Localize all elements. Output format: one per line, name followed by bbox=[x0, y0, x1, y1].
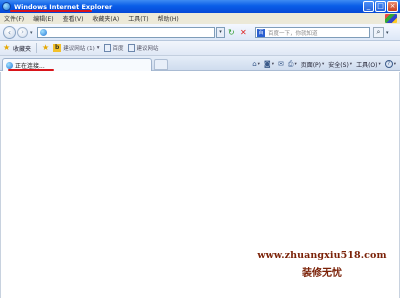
menu-tools[interactable]: 工具(T) bbox=[128, 14, 148, 23]
mail-icon: ✉ bbox=[277, 60, 284, 68]
help-button[interactable]: ? ▾ bbox=[384, 60, 396, 68]
search-input[interactable]: 百 百度一下，你就知道 bbox=[255, 27, 370, 38]
stop-icon[interactable]: ✕ bbox=[240, 28, 249, 37]
address-dropdown-button[interactable]: ▾ bbox=[216, 27, 225, 38]
maximize-button[interactable]: □ bbox=[375, 1, 386, 12]
safety-menu-label: 安全(S) bbox=[328, 61, 349, 69]
watermark-text: 装修无忧 bbox=[302, 268, 342, 279]
window-controls: _ □ × bbox=[363, 1, 398, 12]
favorite-suggested-sites-2[interactable]: 建议网站 bbox=[137, 44, 159, 52]
menu-bar: 文件(F) 编辑(E) 查看(V) 收藏夹(A) 工具(T) 帮助(H) bbox=[0, 13, 400, 24]
close-button[interactable]: × bbox=[387, 1, 398, 12]
tab-underline-mark bbox=[8, 69, 54, 71]
title-underline-mark bbox=[10, 10, 92, 12]
feeds-button[interactable]: ◙ ▾ bbox=[264, 60, 274, 68]
tools-menu-button[interactable]: 工具(O) ▾ bbox=[356, 60, 381, 69]
new-tab-button[interactable] bbox=[154, 59, 168, 70]
command-bar: ⌂ ▾ ◙ ▾ ✉ ⎙ ▾ 页面(P) ▾ 安全(S) ▾ 工具(O) ▾ ? ▾ bbox=[252, 59, 396, 69]
page-menu-button[interactable]: 页面(P) ▾ bbox=[301, 60, 325, 69]
page-ie-icon bbox=[40, 29, 47, 36]
print-button[interactable]: ⎙ ▾ bbox=[288, 60, 297, 69]
search-placeholder: 百度一下，你就知道 bbox=[268, 30, 318, 37]
menu-file[interactable]: 文件(F) bbox=[4, 14, 24, 23]
windows-logo-icon bbox=[385, 14, 397, 23]
back-button[interactable]: ‹ bbox=[3, 26, 16, 39]
history-dropdown-icon[interactable]: ▾ bbox=[30, 30, 33, 36]
watermark-url: www.zhuangxiu518.com bbox=[257, 250, 387, 261]
separator bbox=[36, 43, 38, 53]
mail-button[interactable]: ✉ bbox=[278, 60, 284, 68]
page-icon bbox=[127, 44, 135, 52]
address-input[interactable] bbox=[37, 27, 215, 38]
menu-edit[interactable]: 编辑(E) bbox=[33, 14, 53, 23]
watermark: www.zhuangxiu518.com 装修无忧 bbox=[246, 250, 398, 279]
menu-favorites[interactable]: 收藏夹(A) bbox=[92, 14, 119, 23]
help-icon: ? bbox=[384, 60, 393, 68]
search-icon[interactable]: ⌕ bbox=[373, 27, 384, 38]
tab-row: 正在连接... ⌂ ▾ ◙ ▾ ✉ ⎙ ▾ 页面(P) ▾ 安全(S) ▾ 工具(O) ▾ … bbox=[0, 56, 400, 71]
baidu-icon: 百 bbox=[257, 28, 265, 37]
feeds-icon: ◙ bbox=[263, 60, 271, 68]
refresh-icon[interactable]: ↻ bbox=[228, 28, 237, 37]
print-icon: ⎙ bbox=[287, 59, 294, 68]
forward-button[interactable]: › bbox=[17, 27, 28, 38]
favorite-dropdown-icon[interactable]: ▾ bbox=[97, 45, 100, 51]
address-row: ‹ › ▾ ▾ ↻ ✕ 百 百度一下，你就知道 ⌕ ▾ bbox=[0, 24, 400, 41]
favorite-baidu[interactable]: 百度 bbox=[113, 44, 124, 52]
favorites-star-icon[interactable]: ★ bbox=[3, 44, 11, 52]
b-icon: b bbox=[53, 44, 62, 52]
menu-view[interactable]: 查看(V) bbox=[63, 14, 84, 23]
favorite-suggested-sites[interactable]: 建议网站 (1) bbox=[63, 44, 95, 52]
home-button[interactable]: ⌂ ▾ bbox=[252, 60, 260, 68]
page-icon bbox=[103, 44, 111, 52]
loading-ie-icon bbox=[6, 61, 13, 69]
safety-menu-button[interactable]: 安全(S) ▾ bbox=[328, 60, 352, 69]
minimize-button[interactable]: _ bbox=[363, 1, 374, 12]
add-favorite-icon[interactable]: ★ bbox=[42, 44, 49, 52]
search-dropdown-icon[interactable]: ▾ bbox=[386, 30, 389, 36]
tools-menu-label: 工具(O) bbox=[356, 61, 378, 69]
home-icon: ⌂ bbox=[252, 60, 257, 68]
page-menu-label: 页面(P) bbox=[300, 61, 322, 69]
favorites-button[interactable]: 收藏夹 bbox=[13, 44, 31, 53]
favorites-bar: ★ 收藏夹 ★ b 建议网站 (1) ▾ 百度 建议网站 bbox=[0, 41, 400, 56]
menu-help[interactable]: 帮助(H) bbox=[158, 14, 179, 23]
